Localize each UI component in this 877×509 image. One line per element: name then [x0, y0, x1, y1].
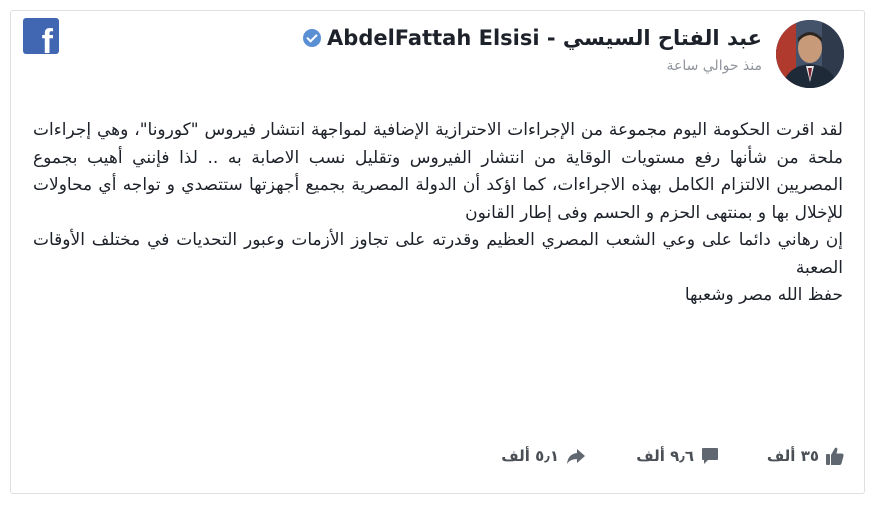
post-paragraph: لقد اقرت الحكومة اليوم مجموعة من الإجراء… [33, 120, 843, 223]
comment-count: ٩٫٦ ألف [636, 447, 694, 465]
avatar[interactable] [776, 20, 844, 88]
share-count: ٥٫١ ألف [501, 447, 559, 465]
author-line: AbdelFattah Elsisi - عبد الفتاح السيسي [303, 26, 762, 50]
author-name[interactable]: AbdelFattah Elsisi - عبد الفتاح السيسي [327, 26, 762, 50]
share-count-button[interactable]: ٥٫١ ألف [501, 444, 587, 468]
post-paragraph: إن رهاني دائما على وعي الشعب المصري العظ… [33, 230, 843, 278]
post-paragraph: حفظ الله مصر وشعبها [684, 285, 843, 305]
post-header: AbdelFattah Elsisi - عبد الفتاح السيسي م… [303, 26, 762, 74]
post-timestamp[interactable]: منذ حوالي ساعة [303, 58, 762, 74]
thumbs-up-icon [825, 446, 845, 466]
facebook-logo-icon[interactable]: f [23, 18, 59, 54]
verified-badge-icon [303, 29, 322, 47]
share-arrow-icon [565, 446, 587, 466]
comment-bubble-icon [700, 446, 720, 466]
like-count-button[interactable]: ٣٥ ألف [767, 444, 845, 468]
post-text: لقد اقرت الحكومة اليوم مجموعة من الإجراء… [33, 117, 843, 310]
like-count: ٣٥ ألف [766, 447, 819, 465]
comment-count-button[interactable]: ٩٫٦ ألف [636, 444, 720, 468]
